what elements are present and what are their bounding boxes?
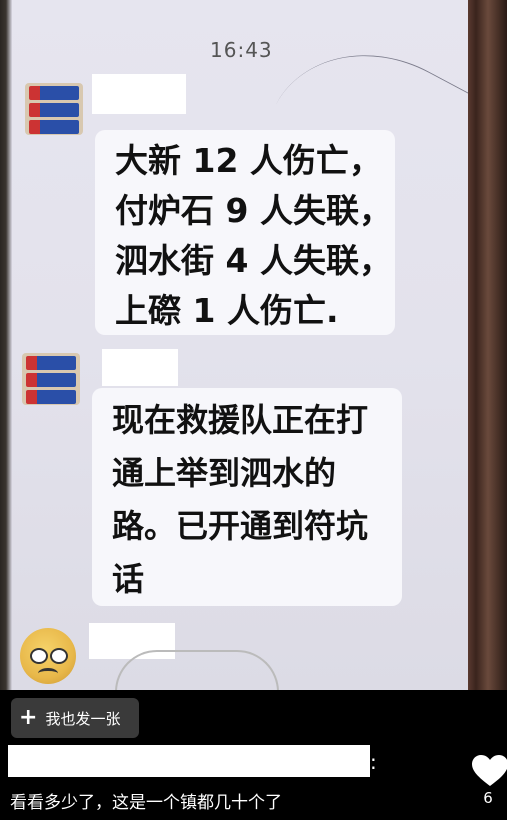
- heart-icon: [472, 755, 507, 786]
- post-view: 16:43 大新 12 人伤亡， 付炉石 9 人失联， 泗水街 4 人失联， 上…: [0, 0, 507, 820]
- chat-timestamp: 16:43: [210, 38, 273, 62]
- message-bubble: 大新 12 人伤亡， 付炉石 9 人失联， 泗水街 4 人失联， 上磜 1 人伤…: [95, 130, 395, 335]
- message-line: 路。已开通到符坑: [112, 507, 369, 545]
- author-separator: :: [370, 750, 377, 774]
- sender-avatar: [22, 353, 80, 405]
- sender-avatar: [25, 83, 83, 135]
- message-line: 大新 12 人伤亡，: [115, 141, 382, 180]
- redacted-author-name[interactable]: [8, 745, 370, 777]
- like-button[interactable]: 6: [470, 755, 507, 807]
- message-line: 付炉石 9 人失联，: [115, 191, 392, 230]
- share-photo-label: 我也发一张: [45, 709, 121, 728]
- plus-icon: +: [19, 705, 38, 730]
- message-line: 上磜 1 人伤亡.: [115, 291, 339, 330]
- post-comment-text: 看看多少了，这是一个镇都几十个了: [10, 793, 282, 813]
- emoji-avatar: [20, 628, 76, 684]
- redacted-sender-name: [92, 74, 186, 114]
- share-photo-button[interactable]: + 我也发一张: [11, 698, 139, 738]
- message-line: 泗水街 4 人失联，: [115, 241, 392, 280]
- phone-edge: [468, 0, 507, 690]
- post-photo[interactable]: 16:43 大新 12 人伤亡， 付炉石 9 人失联， 泗水街 4 人失联， 上…: [0, 0, 507, 690]
- message-line: 通上举到泗水的: [112, 454, 337, 492]
- like-count: 6: [483, 789, 493, 807]
- sticker-image: [115, 650, 279, 690]
- message-line: 现在救援队正在打: [112, 401, 369, 439]
- redacted-sender-name: [102, 349, 178, 386]
- message-bubble: 现在救援队正在打 通上举到泗水的 路。已开通到符坑 话: [92, 388, 402, 606]
- message-line: 话: [112, 560, 145, 598]
